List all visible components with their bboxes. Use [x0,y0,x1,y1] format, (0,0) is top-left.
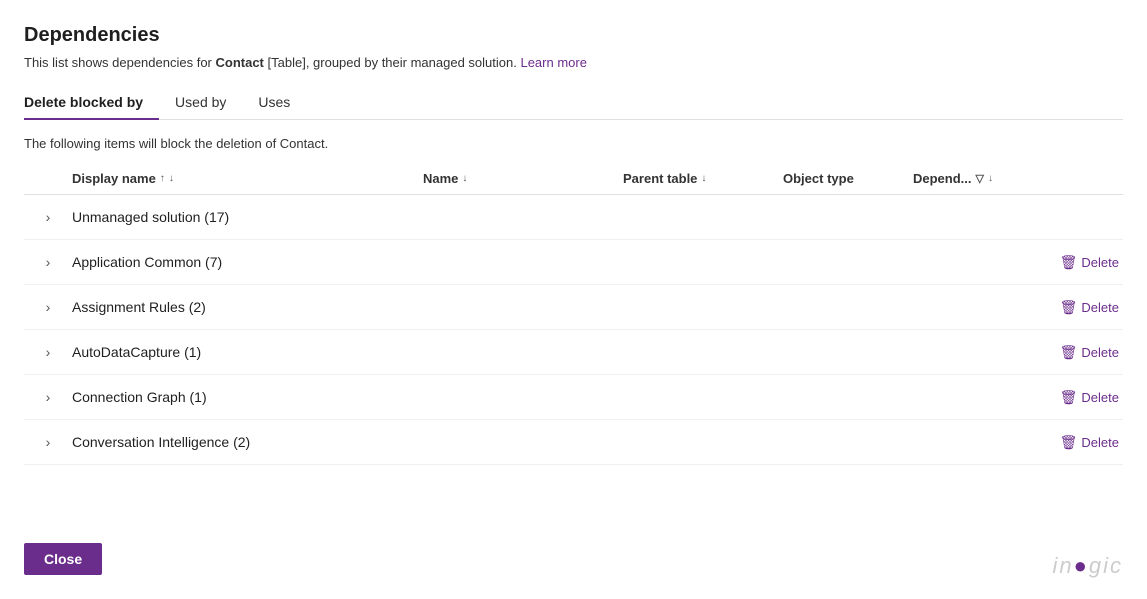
row-label-6: Conversation Intelligence (2) [72,434,423,450]
expand-button-5[interactable]: › [24,389,72,405]
row-action-5[interactable]: 🗑 Delete [1033,387,1123,408]
table-row: › Application Common (7) 🗑 Delete [24,240,1123,284]
delete-button-2[interactable]: 🗑 Delete [1056,252,1123,273]
row-label-1: Unmanaged solution (17) [72,209,423,225]
table-row: › Unmanaged solution (17) [24,195,1123,239]
delete-button-3[interactable]: 🗑 Delete [1056,297,1123,318]
depend-filter-icon: ▽ [976,172,984,185]
table-row-group-3: › Assignment Rules (2) 🗑 Delete [24,285,1123,330]
row-label-3: Assignment Rules (2) [72,299,423,315]
table-row-group-2: › Application Common (7) 🗑 Delete [24,240,1123,285]
table-row: › Assignment Rules (2) 🗑 Delete [24,285,1123,329]
table-row: › AutoDataCapture (1) 🗑 Delete [24,330,1123,374]
page-subtitle: This list shows dependencies for Contact… [24,55,1123,70]
learn-more-link[interactable]: Learn more [520,55,586,70]
entity-type: [Table] [268,55,306,70]
table-row: › Connection Graph (1) 🗑 Delete [24,375,1123,419]
tab-used-by[interactable]: Used by [159,86,242,120]
row-action-2[interactable]: 🗑 Delete [1033,252,1123,273]
watermark: in●gic [1052,553,1123,579]
depend-sort-icon: ↓ [988,173,993,184]
sort-asc-icon: ↑ [160,173,165,184]
header-depend[interactable]: Depend... ▽ ↓ [913,171,1033,186]
header-display-name[interactable]: Display name ↑ ↓ [72,171,423,186]
subtitle-prefix: This list shows dependencies for [24,55,215,70]
trash-icon-6: 🗑 [1060,434,1078,451]
table-row: › Conversation Intelligence (2) 🗑 Delete [24,420,1123,464]
row-action-6[interactable]: 🗑 Delete [1033,432,1123,453]
subtitle-suffix: , grouped by their managed solution. [306,55,517,70]
table-row-group-4: › AutoDataCapture (1) 🗑 Delete [24,330,1123,375]
trash-icon-5: 🗑 [1060,389,1078,406]
header-name[interactable]: Name ↓ [423,171,623,186]
row-action-3[interactable]: 🗑 Delete [1033,297,1123,318]
delete-button-5[interactable]: 🗑 Delete [1056,387,1123,408]
delete-button-4[interactable]: 🗑 Delete [1056,342,1123,363]
tab-uses[interactable]: Uses [242,86,306,120]
expand-button-2[interactable]: › [24,254,72,270]
sort-desc-icon: ↓ [169,173,174,184]
page-title: Dependencies [24,24,1123,47]
row-label-2: Application Common (7) [72,254,423,270]
row-action-4[interactable]: 🗑 Delete [1033,342,1123,363]
watermark-dot: ● [1074,553,1089,578]
trash-icon-4: 🗑 [1060,344,1078,361]
tab-delete-blocked-by[interactable]: Delete blocked by [24,86,159,120]
expand-button-3[interactable]: › [24,299,72,315]
expand-button-1[interactable]: › [24,209,72,225]
section-description: The following items will block the delet… [24,136,1123,151]
parent-table-sort-icon: ↓ [701,173,706,184]
table-row-group-1: › Unmanaged solution (17) [24,195,1123,240]
name-sort-icon: ↓ [462,173,467,184]
table-row-group-5: › Connection Graph (1) 🗑 Delete [24,375,1123,420]
header-parent-table[interactable]: Parent table ↓ [623,171,783,186]
expand-button-6[interactable]: › [24,434,72,450]
trash-icon-2: 🗑 [1060,254,1078,271]
table-row-group-6: › Conversation Intelligence (2) 🗑 Delete [24,420,1123,465]
row-label-5: Connection Graph (1) [72,389,423,405]
delete-button-6[interactable]: 🗑 Delete [1056,432,1123,453]
header-object-type[interactable]: Object type [783,171,913,186]
table-header: Display name ↑ ↓ Name ↓ Parent table ↓ O… [24,163,1123,195]
tabs-container: Delete blocked by Used by Uses [24,86,1123,120]
trash-icon-3: 🗑 [1060,299,1078,316]
expand-button-4[interactable]: › [24,344,72,360]
entity-name: Contact [215,55,263,70]
close-button[interactable]: Close [24,543,102,575]
row-label-4: AutoDataCapture (1) [72,344,423,360]
